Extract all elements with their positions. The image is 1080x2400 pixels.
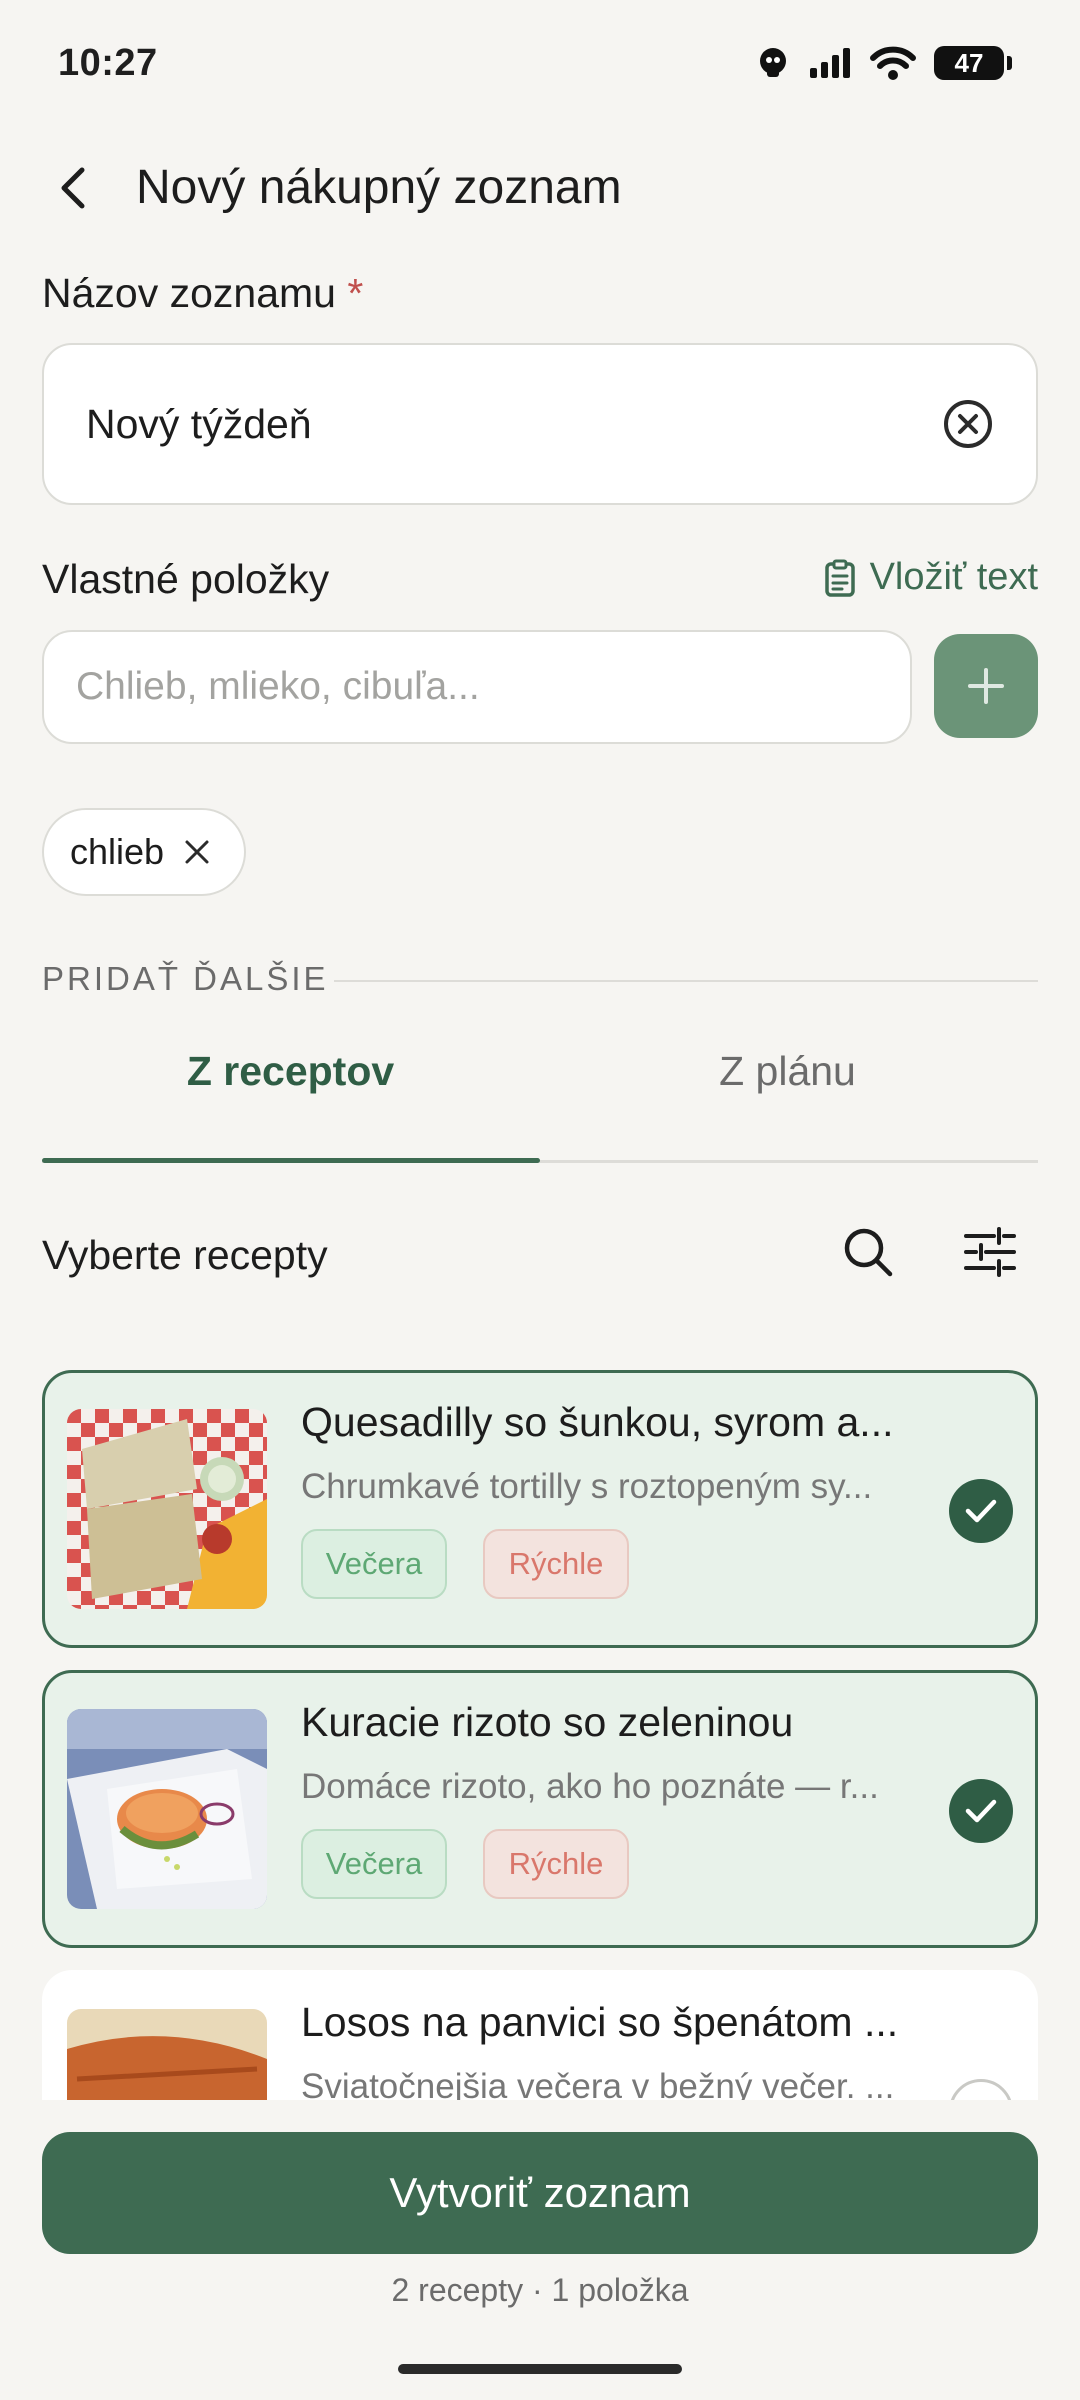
battery-icon: 47 — [934, 46, 1012, 80]
recipe-title: Losos na panvici so špenátom ... — [301, 1999, 899, 2045]
required-mark: * — [347, 270, 364, 316]
item-chip-label: chlieb — [70, 831, 165, 872]
recipe-tag-quick: Rýchle — [483, 1829, 629, 1899]
clipboard-icon — [824, 559, 855, 597]
search-button[interactable] — [838, 1222, 898, 1282]
notification-icon — [760, 48, 786, 77]
paste-text-button[interactable]: Vložiť text — [824, 556, 1038, 599]
recipe-card[interactable]: Kuracie rizoto so zeleninou Domáce rizot… — [42, 1670, 1038, 1948]
check-icon — [965, 1499, 997, 1523]
create-list-button[interactable]: Vytvoriť zoznam — [42, 2132, 1038, 2254]
select-recipes-title: Vyberte recepty — [42, 1232, 328, 1278]
page-title: Nový nákupný zoznam — [136, 161, 622, 214]
recipe-tag-dinner: Večera — [301, 1829, 447, 1899]
status-time: 10:27 — [58, 42, 158, 84]
clear-circle-icon — [944, 400, 992, 448]
recipe-unselected-checkbox[interactable] — [949, 2079, 1013, 2100]
recipe-description: Domáce rizoto, ako ho poznáte — r... — [301, 1767, 879, 1806]
recipe-description: Chrumkavé tortilly s roztopeným sy... — [301, 1467, 873, 1506]
home-indicator[interactable] — [398, 2364, 682, 2374]
recipe-selected-checkbox[interactable] — [949, 1779, 1013, 1843]
recipe-tag-dinner: Večera — [301, 1529, 447, 1599]
list-name-value[interactable]: Nový týždeň — [86, 401, 942, 448]
remove-chip-icon[interactable] — [184, 839, 210, 865]
add-item-button[interactable] — [934, 634, 1038, 738]
recipe-selected-checkbox[interactable] — [949, 1479, 1013, 1543]
check-icon — [965, 1799, 997, 1823]
signal-icon — [810, 48, 850, 78]
item-chip[interactable]: chlieb — [42, 808, 246, 896]
filter-button[interactable] — [960, 1222, 1020, 1282]
paste-text-label: Vložiť text — [869, 556, 1038, 598]
active-tab-indicator — [42, 1158, 540, 1163]
recipe-description: Sviatočnejšia večera v bežný večer. ... — [301, 2067, 895, 2100]
sliders-icon — [964, 1227, 1016, 1277]
clear-name-button[interactable] — [942, 398, 994, 450]
recipe-title: Kuracie rizoto so zeleninou — [301, 1699, 794, 1745]
chevron-left-icon — [61, 167, 85, 209]
tab-from-plan[interactable]: Z plánu — [539, 1048, 1036, 1095]
recipe-title: Quesadilly so šunkou, syrom a... — [301, 1399, 894, 1445]
tab-from-recipes[interactable]: Z receptov — [42, 1048, 539, 1095]
recipe-image — [67, 2009, 267, 2100]
recipe-image — [67, 1709, 267, 1909]
recipe-list[interactable]: Quesadilly so šunkou, syrom a... Chrumka… — [0, 1360, 1080, 2100]
plus-icon — [968, 668, 1004, 704]
status-icons: 47 — [756, 46, 1012, 80]
section-divider — [334, 980, 1038, 982]
list-name-label-text: Názov zoznamu — [42, 270, 336, 316]
list-name-field[interactable]: Nový týždeň — [42, 343, 1038, 505]
custom-item-input[interactable] — [42, 630, 912, 744]
list-name-label: Názov zoznamu * — [42, 270, 363, 317]
search-icon — [844, 1228, 893, 1277]
wifi-icon — [870, 46, 916, 80]
recipe-card[interactable]: Losos na panvici so špenátom ... Sviatoč… — [42, 1970, 1038, 2100]
recipe-image — [67, 1409, 267, 1609]
selection-summary: 2 recepty · 1 položka — [391, 2272, 689, 2308]
custom-items-label: Vlastné položky — [42, 556, 330, 602]
recipe-card[interactable]: Quesadilly so šunkou, syrom a... Chrumka… — [42, 1370, 1038, 1648]
recipe-tag-quick: Rýchle — [483, 1529, 629, 1599]
back-button[interactable] — [48, 158, 98, 218]
add-more-section-label: PRIDAŤ ĎALŠIE — [42, 960, 329, 997]
